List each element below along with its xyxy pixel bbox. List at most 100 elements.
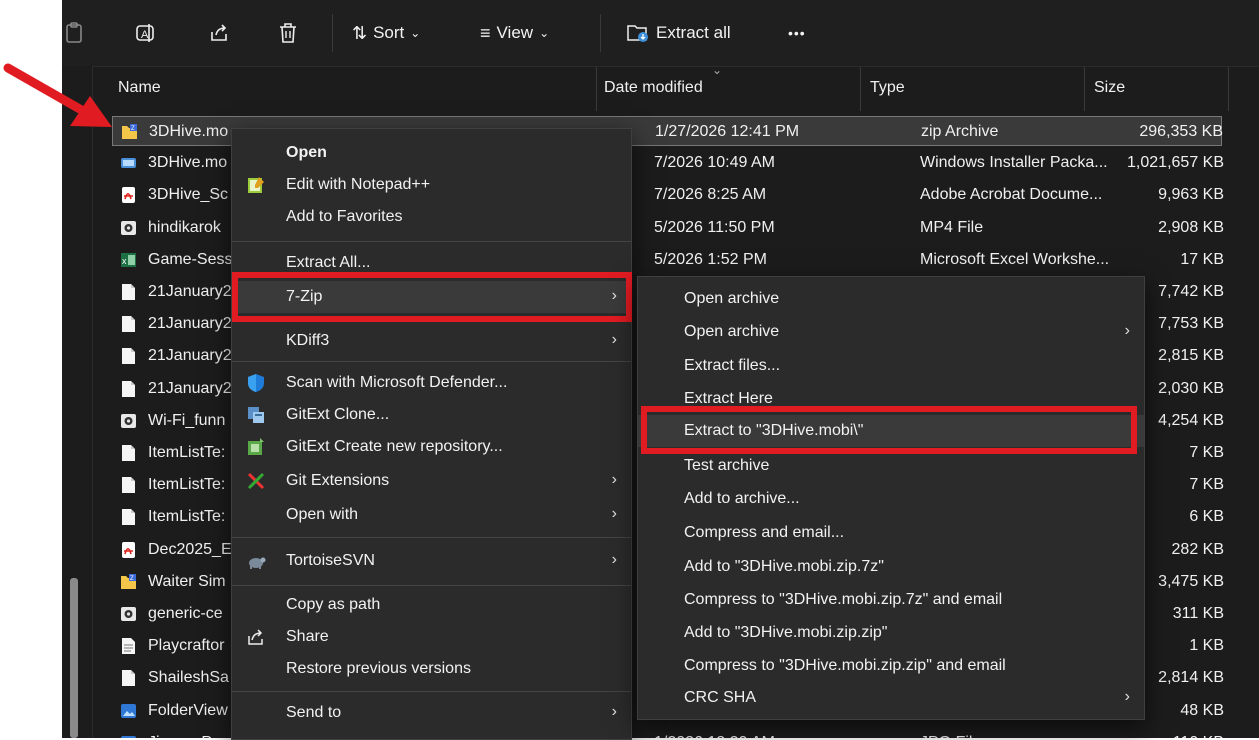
file-size: 4,254 KB [1158,411,1224,429]
file-icon [120,669,137,687]
file-icon [120,315,137,333]
menu-label: Compress to "3DHive.mobi.zip.zip" and em… [684,657,1006,674]
file-name: hindikarok [148,218,221,236]
submenu-item-test-archive[interactable]: Test archive [638,450,1144,482]
column-divider[interactable] [860,67,861,111]
submenu-item-compress-7z-email[interactable]: Compress to "3DHive.mobi.zip.7z" and ema… [638,584,1144,616]
file-name: Wi-Fi_funn [148,411,226,429]
menu-item-git-extensions[interactable]: Git Extensions › [232,465,631,497]
file-name: FolderView [148,701,228,719]
file-name: 3DHive.mo [148,154,228,172]
file-name: 3DHive.mo [149,123,229,140]
file-icon [120,283,137,301]
menu-item-edit-notepad[interactable]: Edit with Notepad++ [232,169,631,201]
menu-separator [232,537,631,538]
menu-item-share[interactable]: Share [232,621,631,653]
file-size: 7,753 KB [1158,315,1224,333]
file-type: JPG File [920,734,981,738]
notepad-plus-plus-icon [248,177,264,193]
submenu-item-compress-email[interactable]: Compress and email... [638,517,1144,549]
file-size: 2,815 KB [1158,347,1224,365]
column-divider[interactable] [1084,67,1085,111]
column-header-size[interactable]: Size [1094,79,1125,97]
submenu-item-add-to-7z[interactable]: Add to "3DHive.mobi.zip.7z" [638,551,1144,583]
menu-item-open-with[interactable]: Open with › [232,499,631,531]
gitext-create-icon [248,438,264,455]
file-name: ItemListTe: [148,444,226,461]
pdf-icon [120,186,137,204]
submenu-item-open-archive[interactable]: Open archive [638,283,1144,315]
file-name: generic-ce [148,605,223,622]
red-arrow-annotation [3,63,112,127]
menu-label: GitExt Create new repository... [286,438,503,455]
scrollbar-thumb[interactable] [70,578,78,738]
menu-item-restore-versions[interactable]: Restore previous versions [232,653,631,685]
column-header-type[interactable]: Type [870,79,905,97]
file-size: 17 KB [1180,250,1224,268]
rename-icon[interactable]: A [134,16,156,50]
file-name: Game-Sess [148,250,233,268]
column-header-date[interactable]: Date modified [604,79,703,97]
chevron-right-icon: › [611,551,617,568]
menu-label: Compress and email... [684,524,845,541]
file-size: 9,963 KB [1158,186,1224,204]
menu-item-send-to[interactable]: Send to › [232,697,631,729]
menu-label: Add to Favorites [286,208,403,225]
file-size: 1,021,657 KB [1127,154,1224,172]
file-name: Playcraftor [148,637,225,655]
menu-item-copy-as-path[interactable]: Copy as path [232,589,631,621]
menu-label: Add to archive... [684,490,800,507]
column-divider[interactable] [596,67,597,111]
menu-item-gitext-create[interactable]: GitExt Create new repository... [232,431,631,463]
menu-item-gitext-clone[interactable]: GitExt Clone... [232,399,631,431]
menu-item-add-favorites[interactable]: Add to Favorites [232,201,631,233]
installer-icon [120,154,137,172]
tortoisesvn-icon [249,557,266,569]
file-date: 1/27/2026 12:41 PM [655,123,800,140]
extract-all-button[interactable]: Extract all [626,16,731,50]
menu-item-tortoisesvn[interactable]: TortoiseSVN › [232,545,631,577]
menu-label: TortoiseSVN [286,552,375,569]
extract-folder-icon [627,25,648,42]
column-header-name[interactable]: Name [118,79,161,97]
column-divider[interactable] [1228,67,1229,111]
menu-item-scan-defender[interactable]: Scan with Microsoft Defender... [232,367,631,399]
submenu-item-compress-zip-email[interactable]: Compress to "3DHive.mobi.zip.zip" and em… [638,650,1144,682]
file-icon [120,347,137,365]
file-name: Jigsaw Puz [148,734,229,738]
defender-shield-icon [248,374,264,392]
menu-label: KDiff3 [286,332,330,349]
submenu-item-extract-files[interactable]: Extract files... [638,350,1144,382]
menu-label: Extract All... [286,254,371,271]
share-icon[interactable] [208,16,230,50]
file-size: 6 KB [1189,508,1224,526]
submenu-item-add-to-archive[interactable]: Add to archive... [638,483,1144,515]
paste-icon[interactable] [64,16,84,50]
sort-chevron-icon: ⌄ [712,63,723,77]
submenu-item-open-archive-more[interactable]: Open archive › [638,316,1144,348]
menu-item-open[interactable]: Open [232,137,631,169]
menu-label: Open with [286,506,359,523]
more-options-button[interactable]: ••• [788,16,806,50]
view-button[interactable]: ≡ View ⌄ [480,16,549,50]
file-size: 2,030 KB [1158,379,1224,397]
file-type: MP4 File [920,218,984,236]
file-icon [120,444,137,462]
menu-label: Copy as path [286,596,381,613]
file-size: 7,742 KB [1158,283,1224,300]
menu-label: Open archive [684,290,780,307]
text-file-icon [120,637,137,655]
file-name: 3DHive_Sc [148,186,229,204]
toolbar-divider [332,14,333,52]
delete-icon[interactable] [278,16,298,50]
video-icon [120,219,137,237]
menu-label: Open [286,144,327,161]
submenu-item-crc-sha[interactable]: CRC SHA › [638,682,1144,714]
menu-item-kdiff3[interactable]: KDiff3 › [232,325,631,357]
chevron-right-icon: › [611,331,617,348]
menu-label: CRC SHA [684,689,757,706]
view-icon: ≡ [480,22,491,43]
sort-button[interactable]: ⇅ Sort ⌄ [352,16,420,50]
menu-separator [232,361,631,362]
submenu-item-add-to-zip[interactable]: Add to "3DHive.mobi.zip.zip" [638,617,1144,649]
